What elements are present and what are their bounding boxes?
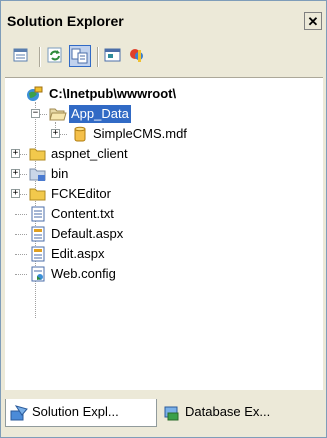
toolbar-separator [39,47,41,67]
tree-guide-line [59,134,67,135]
copy-website-button[interactable] [127,45,149,67]
tree-guide-line [15,254,27,255]
tree-item-aspnet-client[interactable]: + aspnet_client [5,144,321,164]
toolbar [5,41,323,73]
tree-item-label: Default.aspx [51,226,124,241]
tree-item-label: SimpleCMS.mdf [93,126,187,141]
solution-explorer-panel: Solution Explorer ✕ C:\Inetpub\wwwroot\ … [0,0,327,438]
view-designer-icon [104,48,121,62]
expand-icon[interactable]: + [11,189,20,198]
tree-guide-line [19,194,27,195]
refresh-icon [47,47,62,63]
database-icon [74,126,86,142]
tree-item-label: aspnet_client [51,146,128,161]
tree-item-app-data[interactable]: − App_Data [5,104,321,124]
tree-guide-line [19,174,27,175]
close-button[interactable]: ✕ [304,12,322,30]
tree-guide-line [15,234,27,235]
folder-icon [29,148,46,161]
copy-website-icon [130,49,143,62]
properties-button[interactable] [11,45,33,67]
tab-solution-explorer[interactable]: Solution Expl... [5,399,157,427]
database-explorer-icon [164,406,179,421]
tree-item-label: FCKEditor [51,186,111,201]
show-all-files-button[interactable] [69,45,91,67]
tree-item-label: Edit.aspx [51,246,105,261]
website-icon [27,86,43,101]
tree-item-edit-aspx[interactable]: Edit.aspx [5,244,321,264]
tree-guide-line [15,214,27,215]
expand-icon[interactable]: + [11,149,20,158]
aspx-file-icon [31,246,45,262]
tree-root-label: C:\Inetpub\wwwroot\ [49,86,177,101]
text-file-icon [31,206,45,222]
tree-item-label: bin [51,166,69,181]
toolbar-separator [97,47,99,67]
tree-item-content-txt[interactable]: Content.txt [5,204,321,224]
expand-icon[interactable]: + [11,169,20,178]
folder-icon [29,168,46,181]
tree-root[interactable]: C:\Inetpub\wwwroot\ [5,84,321,104]
tree-item-label: Web.config [51,266,116,281]
collapse-icon[interactable]: − [31,109,40,118]
tree-item-label: Content.txt [51,206,114,221]
solution-explorer-icon [10,405,28,421]
properties-icon [13,48,28,62]
aspx-file-icon [31,226,45,242]
tree-item-fckeditor[interactable]: + FCKEditor [5,184,321,204]
view-designer-button[interactable] [103,45,125,67]
config-file-icon [31,266,45,282]
show-all-files-icon [71,48,88,64]
tree-item-web-config[interactable]: Web.config [5,264,321,284]
tree-item-label: App_Data [69,105,131,123]
expand-icon[interactable]: + [51,129,60,138]
refresh-button[interactable] [45,45,67,67]
tree-item-default-aspx[interactable]: Default.aspx [5,224,321,244]
tree-guide-line [15,274,27,275]
tree-item-bin[interactable]: + bin [5,164,321,184]
folder-icon [29,188,46,201]
tab-database-explorer[interactable]: Database Ex... [159,399,321,427]
panel-title: Solution Explorer [7,13,124,29]
panel-tab-strip: Solution Expl... Database Ex... [5,397,323,429]
tree-guide-line [39,114,47,115]
tree-guide-line [19,154,27,155]
folder-open-icon [49,108,67,121]
tab-label: Database Ex... [185,404,271,419]
tab-label: Solution Expl... [32,404,119,419]
solution-tree[interactable]: C:\Inetpub\wwwroot\ − App_Data + SimpleC… [5,77,323,390]
tree-item-simplecms-mdf[interactable]: + SimpleCMS.mdf [5,124,321,144]
panel-titlebar[interactable]: Solution Explorer ✕ [3,9,324,35]
